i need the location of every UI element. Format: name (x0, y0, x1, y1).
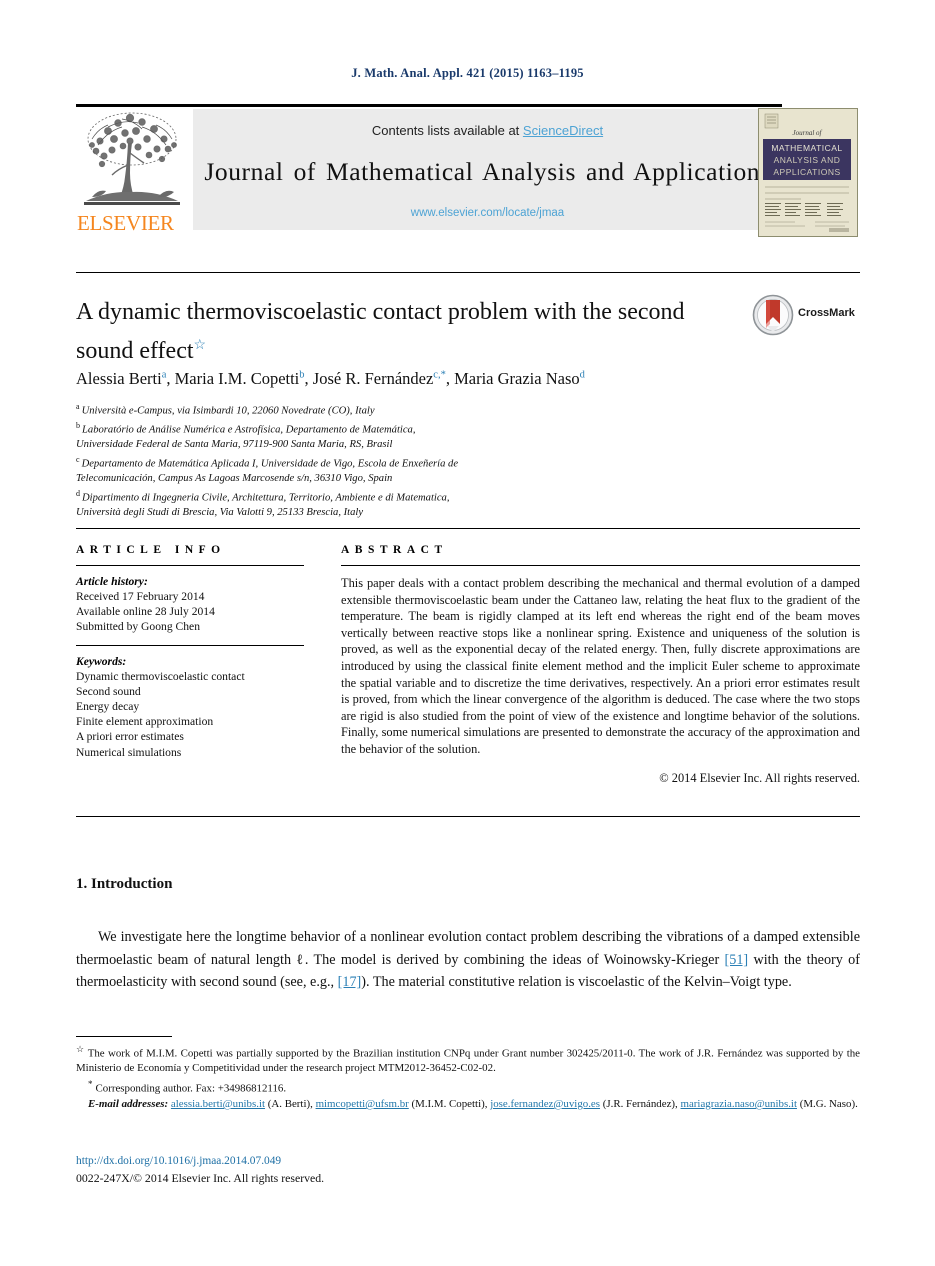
journal-cover-thumbnail: Journal of MATHEMATICAL ANALYSIS AND APP… (758, 108, 858, 237)
keywords-label: Keywords: (76, 654, 127, 668)
paper-page: J. Math. Anal. Appl. 421 (2015) 1163–119… (0, 0, 935, 1266)
abstract-heading: ABSTRACT (341, 544, 448, 556)
abstract-bottom-rule (76, 816, 860, 817)
affiliation-item: c Departamento de Matemática Aplicada I, … (76, 453, 776, 472)
affiliation-item: d Dipartimento di Ingegneria Civile, Arch… (76, 487, 776, 506)
keyword-item: Energy decay (76, 700, 140, 714)
svg-text:MATHEMATICAL: MATHEMATICAL (771, 143, 842, 153)
corresponding-author-text: Corresponding author. Fax: +34986812116. (95, 1082, 287, 1095)
affiliation-line: Università degli Studi di Brescia, Via V… (76, 506, 364, 518)
running-head: J. Math. Anal. Appl. 421 (2015) 1163–119… (351, 66, 584, 80)
abstract-column: ABSTRACT This paper deals with a contact… (341, 544, 860, 786)
affiliation-line-cont: Telecomunicación, Campus As Lagoas Marco… (76, 472, 776, 487)
affiliation-line-cont: Università degli Studi di Brescia, Via V… (76, 506, 776, 521)
title-footnote-marker: ☆ (193, 338, 207, 353)
introduction-paragraph: We investigate here the longtime behavio… (76, 926, 860, 994)
author-name: Maria Grazia Naso (454, 369, 580, 388)
footnote-block: ☆ The work of M.I.M. Copetti was partiall… (76, 1042, 860, 1113)
sciencedirect-link[interactable]: ScienceDirect (523, 123, 603, 138)
funding-text: The work of M.I.M. Copetti was partially… (76, 1047, 860, 1075)
email-owner: (A. Berti), (267, 1098, 313, 1111)
keyword-item: Finite element approximation (76, 715, 214, 729)
svg-text:ANALYSIS AND: ANALYSIS AND (774, 155, 841, 165)
article-info-heading: ARTICLE INFO (76, 544, 226, 556)
elsevier-logo: ELSEVIER (76, 109, 189, 235)
email-link[interactable]: mimcopetti@ufsm.br (316, 1098, 409, 1110)
svg-text:Journal of: Journal of (793, 129, 823, 137)
affiliation-line: Università e-Campus, via Isimbardi 10, 2… (81, 405, 375, 417)
author-name: Alessia Berti (76, 369, 162, 388)
doi-link[interactable]: http://dx.doi.org/10.1016/j.jmaa.2014.07… (76, 1155, 281, 1167)
abstract-copyright: © 2014 Elsevier Inc. All rights reserved… (659, 770, 860, 785)
email-owner: (J.R. Fernández), (602, 1098, 678, 1111)
author-name: Maria I.M. Copetti (174, 369, 300, 388)
contents-available-text: Contents lists available at (371, 123, 523, 138)
elsevier-wordmark: ELSEVIER (77, 211, 174, 235)
author-affiliation-marker: d (579, 369, 585, 381)
footnote-star-marker: ☆ (76, 1044, 85, 1054)
author-affiliation-marker: c,* (433, 369, 446, 381)
email-link[interactable]: alessia.berti@unibs.it (171, 1098, 265, 1110)
keyword-item: Numerical simulations (76, 745, 182, 759)
email-owner: (M.G. Naso). (799, 1098, 858, 1111)
masthead-top-rule (76, 104, 782, 107)
article-title-text: A dynamic thermoviscoelastic contact pro… (76, 299, 685, 364)
funding-footnote: ☆ The work of M.I.M. Copetti was partiall… (76, 1042, 860, 1076)
cover-art: Journal of MATHEMATICAL ANALYSIS AND APP… (759, 109, 855, 234)
svg-text:APPLICATIONS: APPLICATIONS (773, 167, 840, 177)
crossmark-label: CrossMark (798, 307, 855, 319)
article-history-label: Article history: (76, 575, 148, 588)
history-item: Received 17 February 2014 (76, 590, 205, 603)
abstract-top-rule (76, 528, 860, 529)
author-list: Alessia Bertia, Maria I.M. Copettib, Jos… (76, 369, 585, 388)
email-footnote: E-mail addresses: alessia.berti@unibs.it… (76, 1097, 860, 1112)
email-owner: (M.I.M. Copetti), (411, 1098, 488, 1111)
abstract-rule (341, 565, 860, 566)
elsevier-tree-icon (84, 112, 180, 205)
intro-text-part-3: ). The material constitutive relation is… (361, 974, 792, 991)
affiliation-line: Dipartimento di Ingegneria Civile, Archi… (82, 492, 450, 504)
crossmark-badge[interactable]: CrossMark (752, 294, 860, 338)
keyword-item: A priori error estimates (76, 730, 184, 744)
affiliation-list: a Università e-Campus, via Isimbardi 10, … (76, 400, 776, 520)
author-affiliation-marker: b (299, 369, 305, 381)
affiliation-item: a Università e-Campus, via Isimbardi 10, … (76, 400, 776, 419)
footnote-asterisk-marker: * (88, 1078, 93, 1089)
affiliation-item: b Laboratório de Análise Numérica e Astro… (76, 419, 776, 438)
journal-homepage-link[interactable]: www.elsevier.com/locate/jmaa (193, 207, 782, 219)
info-rule-2 (76, 644, 304, 646)
author-name: José R. Fernández (312, 369, 434, 388)
article-info-column: ARTICLE INFO Article history: Received 1… (76, 544, 304, 760)
email-link[interactable]: mariagrazia.naso@unibs.it (681, 1098, 797, 1110)
journal-banner: Contents lists available at ScienceDirec… (193, 109, 782, 230)
email-addresses-label: E-mail addresses: (88, 1098, 169, 1111)
corresponding-author-footnote: * Corresponding author. Fax: +34986812116… (76, 1077, 860, 1096)
affiliation-line: Universidade Federal de Santa Maria, 971… (76, 439, 393, 451)
journal-title: Journal of Mathematical Analysis and App… (204, 157, 771, 186)
citation-51[interactable]: [51] (725, 952, 749, 968)
email-link[interactable]: jose.fernandez@uvigo.es (490, 1098, 600, 1110)
section-heading-introduction: 1. Introduction (76, 876, 173, 892)
abstract-text: This paper deals with a contact problem … (341, 576, 860, 756)
crossmark-icon (752, 294, 794, 336)
history-item: Available online 28 July 2014 (76, 605, 215, 619)
journal-masthead: ELSEVIER Contents lists available at Sci… (76, 104, 860, 237)
author-affiliation-marker: a (161, 369, 167, 381)
history-item: Submitted by Goong Chen (76, 620, 200, 634)
affiliation-line: Departamento de Matemática Aplicada I, U… (81, 458, 459, 470)
title-top-rule (76, 272, 860, 273)
info-rule-1 (76, 565, 304, 566)
affiliation-line: Telecomunicación, Campus As Lagoas Marco… (76, 472, 393, 484)
contents-list-line: Contents lists available at ScienceDirec… (193, 123, 782, 138)
affiliation-line-cont: Universidade Federal de Santa Maria, 971… (76, 438, 776, 453)
affiliation-line: Laboratório de Análise Numérica e Astrof… (82, 424, 416, 436)
keyword-item: Dynamic thermoviscoelastic contact (76, 669, 245, 683)
keyword-item: Second sound (76, 684, 141, 698)
issn-copyright-line: 0022-247X/© 2014 Elsevier Inc. All right… (76, 1171, 325, 1185)
page-title: A dynamic thermoviscoelastic contact pro… (76, 296, 716, 368)
citation-17[interactable]: [17] (338, 974, 362, 990)
footnote-separator-rule (76, 1036, 172, 1037)
